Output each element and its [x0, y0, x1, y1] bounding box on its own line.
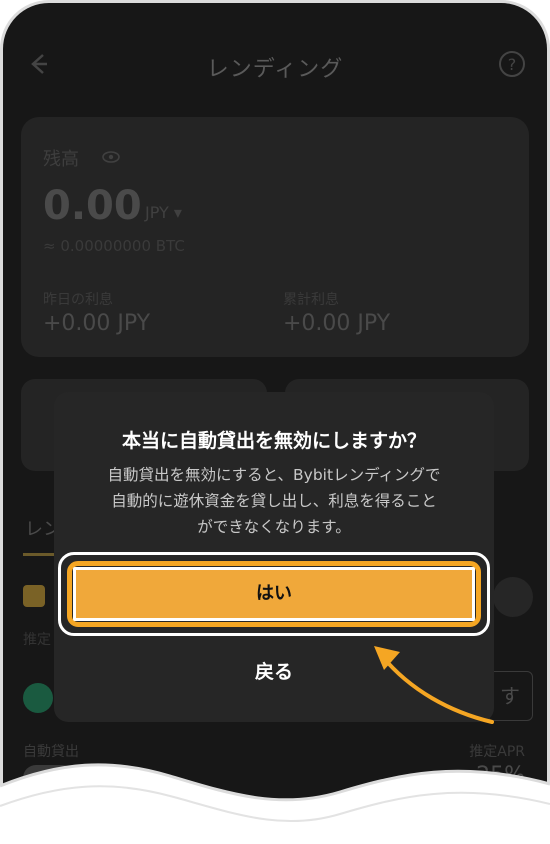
torn-edge [0, 763, 550, 844]
eye-icon[interactable] [101, 149, 121, 168]
pointer-arrow-icon [374, 646, 494, 724]
search-pill[interactable] [493, 577, 533, 617]
balance-btc: ≈ 0.00000000 BTC [43, 237, 185, 255]
dialog-title: 本当に自動貸出を無効にしますか？ [121, 430, 426, 452]
question-circle-icon[interactable]: ? [497, 49, 527, 79]
balance-label: 残高 [43, 149, 79, 170]
currency-selector[interactable]: JPY ▾ [145, 203, 182, 222]
yesterday-interest-label: 昨日の利息 [43, 292, 113, 308]
dialog-body-line: 自動的に遊休資金を貸し出し、利息を得ること [111, 492, 437, 510]
tab-underline [23, 553, 57, 556]
estimated-label: 推定 [23, 632, 51, 648]
svg-text:?: ? [508, 55, 517, 74]
balance-card: 残高 0.00 JPY ▾ ≈ 0.00000000 BTC 昨日の利息 +0.… [21, 117, 529, 357]
dialog-body: 自動貸出を無効にすると、Bybitレンディングで 自動的に遊休資金を貸し出し、利… [74, 462, 474, 540]
page-title: レンディング [206, 57, 344, 82]
dialog-body-line: 自動貸出を無効にすると、Bybitレンディングで [107, 466, 441, 484]
cumulative-interest-value: +0.00 JPY [283, 311, 391, 336]
filter-checkbox[interactable] [23, 585, 45, 607]
yesterday-interest-value: +0.00 JPY [43, 311, 151, 336]
confirm-button[interactable]: はい [73, 567, 475, 621]
tether-coin-icon [23, 683, 53, 713]
dialog-body-line: ができなくなります。 [197, 518, 351, 536]
cumulative-interest-label: 累計利息 [283, 292, 339, 308]
balance-value: 0.00 [43, 183, 142, 229]
app-header: レンディング ? [3, 39, 547, 91]
